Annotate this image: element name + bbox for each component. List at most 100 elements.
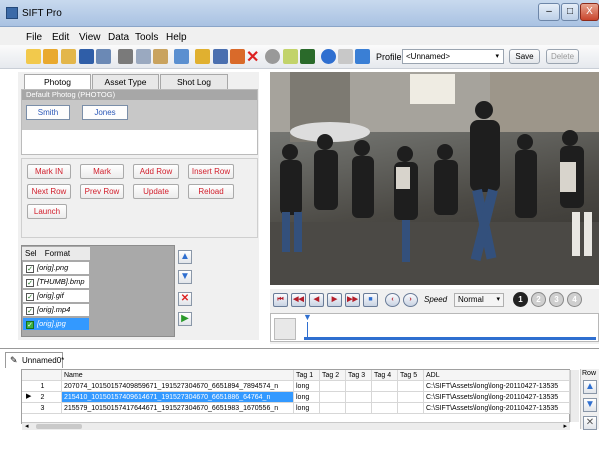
marker-3-button[interactable]: 3: [549, 292, 564, 307]
wand-icon[interactable]: [283, 49, 298, 64]
edit-icon[interactable]: [230, 49, 245, 64]
open-folder-icon[interactable]: [43, 49, 58, 64]
format-item[interactable]: ✓ [orig].mp4: [23, 304, 89, 316]
format-item-selected[interactable]: ✓ [orig].jpg: [23, 318, 89, 330]
prev-row-button[interactable]: Prev Row: [80, 184, 124, 199]
checkbox-icon[interactable]: ✓: [26, 279, 34, 287]
mark-button[interactable]: Mark: [80, 164, 124, 179]
checkbox-icon[interactable]: ✓: [26, 265, 34, 273]
vertical-scrollbar[interactable]: [570, 370, 579, 422]
tag-icon[interactable]: [195, 49, 210, 64]
column-header-adl[interactable]: ADL: [424, 370, 570, 381]
record-icon[interactable]: [321, 49, 336, 64]
save-profile-button[interactable]: Save: [509, 49, 540, 64]
step-forward-icon[interactable]: ▶: [327, 293, 342, 307]
table-cell-tag4[interactable]: [372, 403, 398, 414]
table-cell-tag2[interactable]: [320, 392, 346, 403]
table-cell-tag4[interactable]: [372, 392, 398, 403]
menu-help[interactable]: Help: [166, 32, 187, 43]
save-as-icon[interactable]: [96, 49, 111, 64]
skip-to-start-icon[interactable]: ⏮: [273, 293, 288, 307]
tab-shot-log[interactable]: Shot Log: [160, 74, 228, 90]
tab-asset-type[interactable]: Asset Type: [92, 74, 159, 90]
table-cell-tag2[interactable]: [320, 403, 346, 414]
add-row-button[interactable]: Add Row: [133, 164, 179, 179]
table-cell-tag5[interactable]: [398, 392, 424, 403]
table-cell-name[interactable]: 215410_10150157409614671_191527304670_66…: [62, 392, 294, 403]
insert-row-button[interactable]: Insert Row: [188, 164, 234, 179]
maximize-button[interactable]: □: [561, 3, 579, 21]
checkbox-icon[interactable]: ✓: [26, 321, 34, 329]
table-cell-adl[interactable]: C:\SIFT\Assets\long\long-20110427-13535: [424, 392, 570, 403]
open-recent-icon[interactable]: [61, 49, 76, 64]
photog-smith-button[interactable]: Smith: [26, 105, 70, 120]
document-icon[interactable]: [338, 49, 353, 64]
cut-icon[interactable]: [118, 49, 133, 64]
undo-icon[interactable]: [174, 49, 189, 64]
row-tool-icon[interactable]: ✕: [583, 416, 597, 430]
play-format-icon[interactable]: ▶: [178, 312, 192, 326]
paste-icon[interactable]: [153, 49, 168, 64]
step-back-icon[interactable]: ◀: [309, 293, 324, 307]
column-header-tag4[interactable]: Tag 4: [372, 370, 398, 381]
remove-format-icon[interactable]: ✕: [178, 292, 192, 306]
copy-icon[interactable]: [136, 49, 151, 64]
menu-data[interactable]: Data: [108, 32, 129, 43]
row-down-icon[interactable]: ▼: [583, 398, 597, 412]
reload-button[interactable]: Reload: [188, 184, 234, 199]
checkbox-icon[interactable]: ✓: [26, 307, 34, 315]
marker-4-button[interactable]: 4: [567, 292, 582, 307]
image-icon[interactable]: [300, 49, 315, 64]
next-mark-icon[interactable]: ›: [403, 293, 418, 307]
scrollbar-thumb[interactable]: [36, 424, 82, 429]
table-cell-tag5[interactable]: [398, 403, 424, 414]
photog-jones-button[interactable]: Jones: [82, 105, 128, 120]
format-item[interactable]: ✓ [orig].png: [23, 262, 89, 274]
table-cell-tag1[interactable]: long: [294, 403, 320, 414]
row-up-icon[interactable]: ▲: [583, 380, 597, 394]
menu-file[interactable]: File: [26, 32, 42, 43]
users-icon[interactable]: [355, 49, 370, 64]
table-cell-tag1[interactable]: long: [294, 381, 320, 392]
table-cell-tag3[interactable]: [346, 392, 372, 403]
video-preview[interactable]: [270, 72, 599, 285]
scroll-right-icon[interactable]: ▸: [563, 422, 567, 430]
rewind-icon[interactable]: ◀◀: [291, 293, 306, 307]
close-button[interactable]: X: [580, 3, 599, 21]
mark-in-button[interactable]: Mark IN: [27, 164, 71, 179]
prev-mark-icon[interactable]: ‹: [385, 293, 400, 307]
table-cell-adl[interactable]: C:\SIFT\Assets\long\long-20110427-13535: [424, 403, 570, 414]
menu-view[interactable]: View: [79, 32, 101, 43]
stop-icon[interactable]: ■: [363, 293, 378, 307]
format-item[interactable]: ✓ [orig].gif: [23, 290, 89, 302]
tab-photog[interactable]: Photog: [24, 74, 91, 90]
move-down-icon[interactable]: ▼: [178, 270, 192, 284]
table-cell-name[interactable]: 215579_10150157417644671_191527304670_66…: [62, 403, 294, 414]
document-tab[interactable]: ✎ Unnamed0*: [5, 352, 64, 368]
table-cell-name[interactable]: 207074_10150157409859671_191527304670_66…: [62, 381, 294, 392]
column-header-tag3[interactable]: Tag 3: [346, 370, 372, 381]
marker-1-button[interactable]: 1: [513, 292, 528, 307]
checkbox-icon[interactable]: ✓: [26, 293, 34, 301]
table-cell-tag4[interactable]: [372, 381, 398, 392]
save-icon[interactable]: [79, 49, 94, 64]
new-file-icon[interactable]: [26, 49, 41, 64]
scroll-left-icon[interactable]: ◂: [25, 422, 29, 430]
column-header-tag1[interactable]: Tag 1: [294, 370, 320, 381]
move-up-icon[interactable]: ▲: [178, 250, 192, 264]
marker-2-button[interactable]: 2: [531, 292, 546, 307]
launch-button[interactable]: Launch: [27, 204, 67, 219]
table-cell-tag1[interactable]: long: [294, 392, 320, 403]
delete-icon[interactable]: ✕: [246, 47, 259, 67]
table-cell-tag2[interactable]: [320, 381, 346, 392]
fast-forward-icon[interactable]: ▶▶: [345, 293, 360, 307]
minimize-button[interactable]: –: [538, 3, 560, 21]
playhead-marker-icon[interactable]: ▼: [303, 312, 312, 322]
menu-tools[interactable]: Tools: [135, 32, 158, 43]
next-row-button[interactable]: Next Row: [27, 184, 71, 199]
settings-icon[interactable]: [265, 49, 280, 64]
menu-edit[interactable]: Edit: [52, 32, 69, 43]
column-header-tag2[interactable]: Tag 2: [320, 370, 346, 381]
table-cell-adl[interactable]: C:\SIFT\Assets\long\long-20110427-13535: [424, 381, 570, 392]
table-cell-tag5[interactable]: [398, 381, 424, 392]
